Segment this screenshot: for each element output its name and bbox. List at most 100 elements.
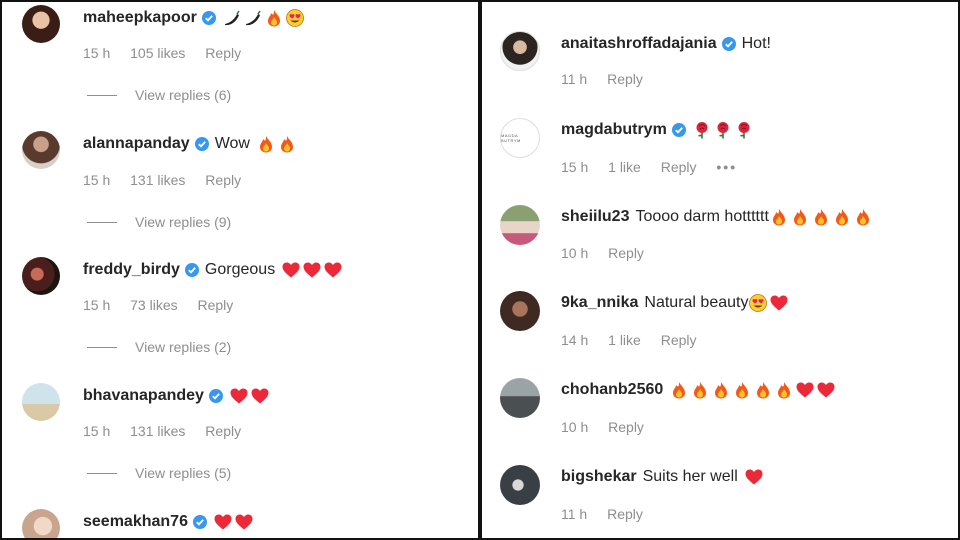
red-heart-icon — [796, 382, 814, 398]
reply-button[interactable]: Reply — [198, 297, 234, 313]
comment-username[interactable]: maheepkapoor — [83, 9, 197, 27]
view-replies-button[interactable]: View replies (6) — [87, 87, 231, 103]
comment-username[interactable]: 9ka_nnika — [561, 294, 638, 312]
avatar[interactable] — [22, 257, 60, 295]
fire-icon — [280, 136, 293, 153]
comment-likes[interactable]: 131 likes — [130, 172, 185, 188]
comment-username[interactable]: sheiilu23 — [561, 208, 629, 226]
comment-emojis — [692, 121, 754, 139]
right-comments-panel: anaitashroffadajania Hot! 11 h Reply MAG… — [480, 0, 960, 540]
fire-icon — [736, 382, 749, 399]
comment-emojis — [281, 261, 343, 279]
fire-icon — [793, 209, 806, 226]
red-heart-icon — [745, 469, 763, 485]
comment-text: Natural beauty — [644, 294, 749, 311]
avatar[interactable] — [500, 465, 540, 505]
avatar[interactable] — [22, 5, 60, 43]
comment-time: 15 h — [561, 159, 589, 175]
fire-icon — [757, 382, 770, 399]
verified-badge-icon — [192, 515, 207, 529]
comment-time: 11 h — [561, 506, 588, 522]
red-heart-icon — [282, 262, 300, 278]
comment-likes[interactable]: 1 like — [608, 159, 641, 175]
comment-time: 14 h — [561, 332, 589, 348]
avatar[interactable] — [500, 31, 540, 71]
avatar[interactable] — [22, 383, 60, 421]
reply-button[interactable]: Reply — [205, 45, 241, 61]
fire-icon — [835, 209, 848, 226]
comment-time: 15 h — [83, 172, 111, 188]
replies-divider — [87, 94, 117, 96]
view-replies-label: View replies (5) — [135, 465, 232, 481]
red-heart-icon — [817, 382, 835, 398]
heart-eyes-emoji-icon — [749, 294, 768, 312]
fire-icon — [856, 209, 869, 226]
heart-eyes-emoji-icon — [285, 9, 304, 27]
comment-text: Wow — [214, 135, 250, 152]
view-replies-label: View replies (9) — [135, 214, 232, 230]
comment-username[interactable]: freddy_birdy — [83, 261, 180, 279]
comment-username[interactable]: bhavanapandey — [83, 387, 204, 405]
comment-likes[interactable]: 131 likes — [130, 423, 185, 439]
chili-pepper-icon — [245, 10, 261, 26]
comment-username[interactable]: magdabutrym — [561, 121, 667, 139]
comment-time: 10 h — [561, 419, 589, 435]
view-replies-label: View replies (6) — [135, 87, 232, 103]
left-comments-panel: maheepkapoor 15 h 105 likes Reply View r… — [0, 0, 480, 540]
fire-icon — [715, 382, 728, 399]
verified-badge-icon — [194, 137, 209, 151]
red-heart-icon — [235, 514, 253, 530]
more-options-icon[interactable]: ••• — [716, 159, 737, 175]
avatar[interactable]: MAGDA BUTRYM — [500, 118, 540, 158]
comment-username[interactable]: seemakhan76 — [83, 513, 188, 531]
reply-button[interactable]: Reply — [607, 506, 643, 522]
comment-likes[interactable]: 73 likes — [130, 297, 177, 313]
comment-likes[interactable]: 1 like — [608, 332, 641, 348]
reply-button[interactable]: Reply — [661, 332, 697, 348]
comment-time: 10 h — [561, 245, 589, 261]
verified-badge-icon — [201, 11, 216, 25]
comment-time: 15 h — [83, 423, 111, 439]
view-replies-label: View replies (2) — [135, 339, 232, 355]
replies-divider — [87, 472, 117, 474]
red-heart-icon — [324, 262, 342, 278]
reply-button[interactable]: Reply — [607, 71, 643, 87]
avatar[interactable] — [22, 509, 60, 538]
avatar[interactable] — [500, 205, 540, 245]
fire-icon — [673, 382, 686, 399]
fire-icon — [778, 382, 791, 399]
red-heart-icon — [214, 514, 232, 530]
avatar[interactable] — [500, 378, 540, 418]
verified-badge-icon — [184, 263, 199, 277]
reply-button[interactable]: Reply — [205, 172, 241, 188]
comment-username[interactable]: chohanb2560 — [561, 381, 663, 399]
fire-icon — [772, 209, 785, 226]
comment-username[interactable]: bigshekar — [561, 468, 637, 486]
view-replies-button[interactable]: View replies (5) — [87, 465, 231, 481]
red-heart-icon — [303, 262, 321, 278]
comment-text: Toooo darm hotttttt — [635, 208, 769, 225]
rose-icon — [696, 122, 708, 139]
view-replies-button[interactable]: View replies (9) — [87, 214, 231, 230]
reply-button[interactable]: Reply — [661, 159, 697, 175]
comment-emojis — [256, 135, 297, 153]
comment-time: 11 h — [561, 71, 588, 87]
comment-likes[interactable]: 105 likes — [130, 45, 185, 61]
avatar[interactable] — [500, 291, 540, 331]
rose-icon — [717, 122, 729, 139]
comment-text: Gorgeous — [204, 261, 276, 278]
comment-emojis — [222, 9, 305, 27]
view-replies-button[interactable]: View replies (2) — [87, 339, 231, 355]
comment-username[interactable]: anaitashroffadajania — [561, 35, 717, 53]
verified-badge-icon — [721, 37, 736, 51]
brand-logo-text: MAGDA BUTRYM — [501, 133, 521, 143]
avatar[interactable] — [22, 131, 60, 169]
reply-button[interactable]: Reply — [608, 419, 644, 435]
fire-icon — [267, 10, 280, 27]
comment-username[interactable]: alannapanday — [83, 135, 190, 153]
verified-badge-icon — [208, 389, 223, 403]
comment-emojis — [213, 513, 254, 531]
comment-emojis — [769, 208, 873, 226]
reply-button[interactable]: Reply — [608, 245, 644, 261]
reply-button[interactable]: Reply — [205, 423, 241, 439]
